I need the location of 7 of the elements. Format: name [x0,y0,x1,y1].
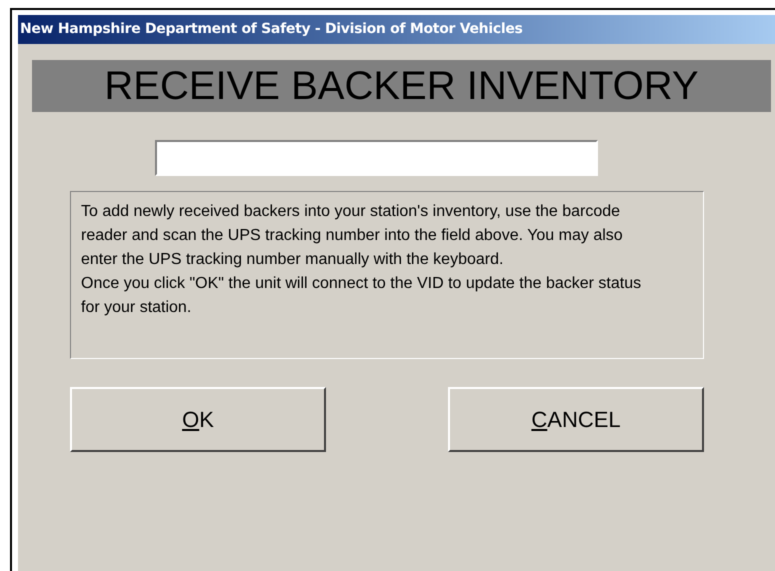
dialog-button[interactable]: OK [70,387,326,452]
dialog-button[interactable]: CANCEL [448,387,704,452]
instruction-text: To add newly received backers into your station's inventory, use the barcode reader and scan the UPS tracking number into the field above. You may also enter the UPS tracking number manually with the keyboard. [81,202,624,270]
page-heading: RECEIVE BACKER INVENTORY [104,66,699,106]
tracking-number-field[interactable] [155,140,598,176]
instruction-text: Once you click "OK" the unit will connect to the VID to update the backer status for your station. [81,274,642,318]
window-title: New Hampshire Department of Safety - Division of Motor Vehicles [20,20,523,39]
